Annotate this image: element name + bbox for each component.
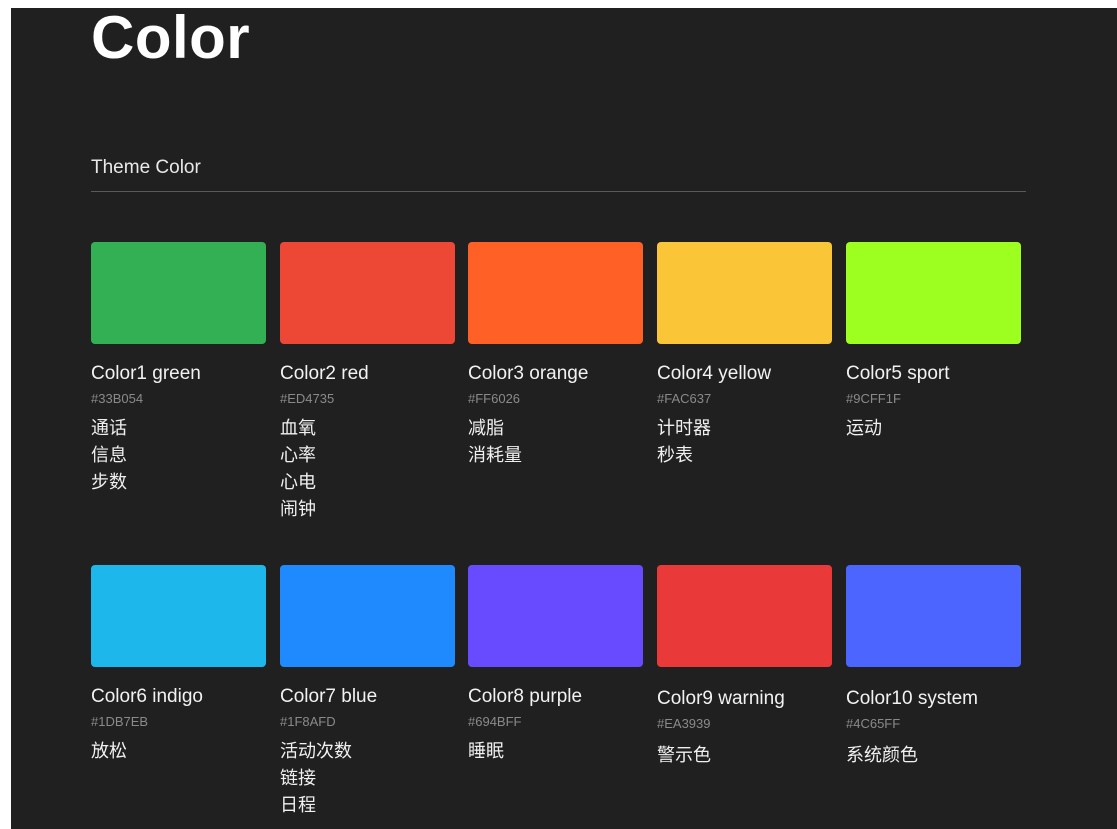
color-card-orange: Color3 orange #FF6026 减脂消耗量 xyxy=(468,242,643,469)
color-swatch-system xyxy=(846,565,1021,667)
color-name: Color2 red xyxy=(280,363,369,384)
color-swatch-yellow xyxy=(657,242,832,344)
color-hex: #FAC637 xyxy=(657,391,712,406)
color-swatch-red xyxy=(280,242,455,344)
color-card-warning: Color9 warning #EA3939 警示色 xyxy=(657,565,832,769)
usage-list: 睡眠 xyxy=(468,738,643,765)
usage-item: 通话 xyxy=(91,418,127,439)
usage-item: 步数 xyxy=(91,472,127,493)
color-hex: #33B054 xyxy=(91,391,144,406)
color-name: Color4 yellow xyxy=(657,363,772,384)
usage-item: 系统颜色 xyxy=(846,745,918,766)
usage-item: 放松 xyxy=(91,741,127,762)
usage-item: 睡眠 xyxy=(468,741,504,762)
color-swatch-warning xyxy=(657,565,832,667)
usage-list: 减脂 消耗量 xyxy=(468,415,643,469)
color-name: Color1 green xyxy=(91,363,201,384)
color-name: Color6 indigo xyxy=(91,686,203,707)
color-hex: #4C65FF xyxy=(846,716,901,731)
color-spec-page: Color Theme Color Color1 green #33B054 通… xyxy=(11,8,1117,829)
color-hex: #EA3939 xyxy=(657,716,711,731)
usage-list: 通话 信息 步数 xyxy=(91,415,266,496)
usage-item: 秒表 xyxy=(657,445,693,466)
usage-item: 日程 xyxy=(280,795,316,816)
usage-item: 闹钟 xyxy=(280,499,316,520)
color-name: Color10 system xyxy=(846,688,978,709)
usage-item: 减脂 xyxy=(468,418,504,439)
usage-list: 计时器 秒表 xyxy=(657,415,832,469)
usage-list: 运动 xyxy=(846,415,1021,442)
color-card-red: Color2 red #ED4735 血氧心率心电闹钟 xyxy=(280,242,455,523)
color-hex: #1DB7EB xyxy=(91,714,149,729)
color-card-sport: Color5 sport #9CFF1F 运动 xyxy=(846,242,1021,442)
color-swatch-orange xyxy=(468,242,643,344)
usage-list: 活动次数 链接 日程 xyxy=(280,738,455,819)
color-card-indigo: Color6 indigo #1DB7EB 放松 xyxy=(91,565,266,765)
section-divider xyxy=(91,191,1026,192)
color-name: Color5 sport xyxy=(846,363,950,384)
color-card-purple: Color8 purple #694BFF 睡眠 xyxy=(468,565,643,765)
usage-item: 消耗量 xyxy=(468,445,522,466)
color-hex: #9CFF1F xyxy=(846,391,901,406)
color-name: Color3 orange xyxy=(468,363,589,384)
color-swatch-indigo xyxy=(91,565,266,667)
usage-item: 计时器 xyxy=(657,418,711,439)
color-card-green: Color1 green #33B054 通话信息步数 xyxy=(91,242,266,496)
color-swatch-purple xyxy=(468,565,643,667)
color-hex: #ED4735 xyxy=(280,391,335,406)
color-name: Color7 blue xyxy=(280,686,378,707)
usage-list: 放松 xyxy=(91,738,266,765)
usage-item: 血氧 xyxy=(280,418,316,439)
color-card-blue: Color7 blue #1F8AFD 活动次数链接日程 xyxy=(280,565,455,819)
usage-list: 系统颜色 xyxy=(846,742,1021,769)
color-hex: #1F8AFD xyxy=(280,714,336,729)
usage-item: 警示色 xyxy=(657,745,711,766)
color-swatch-green xyxy=(91,242,266,344)
usage-item: 运动 xyxy=(846,418,882,439)
color-swatch-blue xyxy=(280,565,455,667)
usage-item: 信息 xyxy=(91,445,127,466)
color-hex: #FF6026 xyxy=(468,391,521,406)
usage-item: 心率 xyxy=(280,445,316,466)
color-name: Color9 warning xyxy=(657,688,785,709)
usage-item: 心电 xyxy=(280,472,316,493)
page-title: Color xyxy=(91,8,251,71)
usage-list: 警示色 xyxy=(657,742,832,769)
color-name: Color8 purple xyxy=(468,686,583,707)
color-hex: #694BFF xyxy=(468,714,522,729)
section-label-theme-color: Theme Color xyxy=(91,157,201,178)
color-card-yellow: Color4 yellow #FAC637 计时器秒表 xyxy=(657,242,832,469)
usage-list: 血氧 心率 心电 闹钟 xyxy=(280,415,455,523)
color-swatch-sport xyxy=(846,242,1021,344)
usage-item: 链接 xyxy=(280,768,316,789)
usage-item: 活动次数 xyxy=(280,741,352,762)
color-card-system: Color10 system #4C65FF 系统颜色 xyxy=(846,565,1021,769)
